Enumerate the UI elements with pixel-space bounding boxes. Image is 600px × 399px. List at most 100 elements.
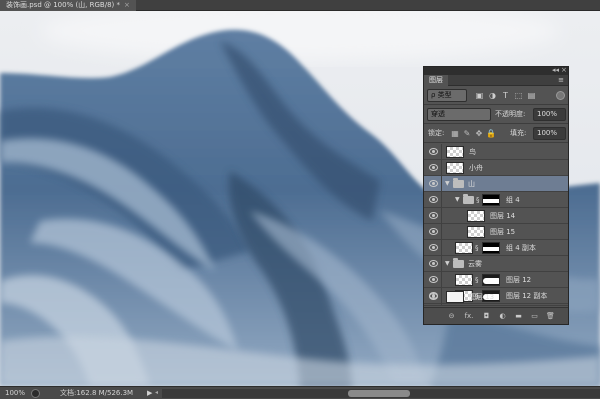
panel-tab-bar: 图层 ≡ xyxy=(424,75,568,86)
layer-row[interactable]: ▼ 云雾 xyxy=(424,256,568,272)
link-layers-icon[interactable]: ⊝ xyxy=(446,311,457,322)
layer-name: 组 4 副本 xyxy=(506,244,536,252)
fill-label: 填充: xyxy=(510,129,527,137)
add-mask-icon[interactable]: ◘ xyxy=(481,311,492,322)
layer-name: 图层 14 xyxy=(490,212,516,220)
eye-icon[interactable] xyxy=(429,212,438,219)
image-filter-icon[interactable]: ▣ xyxy=(474,90,485,101)
eye-icon[interactable] xyxy=(429,260,438,267)
divider xyxy=(441,176,442,192)
lock-transparent-icon[interactable]: ▦ xyxy=(450,128,460,139)
divider xyxy=(441,272,442,288)
folder-icon xyxy=(463,194,474,204)
smart-object-filter-icon[interactable]: ▤ xyxy=(526,90,537,101)
mask-link-icon: § xyxy=(475,244,479,252)
eye-icon[interactable] xyxy=(429,228,438,235)
fill-input[interactable]: 100% xyxy=(533,127,566,140)
divider xyxy=(441,208,442,224)
eye-icon[interactable] xyxy=(429,293,438,300)
delete-layer-icon[interactable]: 🗑 xyxy=(545,311,556,322)
shape-filter-icon[interactable]: ⬚ xyxy=(513,90,524,101)
eye-icon[interactable] xyxy=(429,244,438,251)
layer-row[interactable]: 小舟 xyxy=(424,160,568,176)
divider xyxy=(441,256,442,272)
layer-mask-thumbnail[interactable] xyxy=(482,274,500,286)
opacity-input[interactable]: 100% xyxy=(533,108,566,121)
layer-row[interactable]: 图层 13 xyxy=(424,289,568,306)
layer-row-selected[interactable]: ▼ 山 xyxy=(424,176,568,192)
close-icon[interactable]: × xyxy=(124,1,130,9)
blend-row: 穿透 不透明度: 100% xyxy=(424,105,568,124)
divider xyxy=(441,240,442,256)
expand-triangle-icon[interactable]: ▼ xyxy=(445,176,450,192)
filter-kind-select[interactable]: ρ 类型 xyxy=(427,89,467,102)
layer-mask-thumbnail[interactable] xyxy=(482,242,500,254)
opacity-label: 不透明度: xyxy=(495,110,526,118)
adjustment-layer-icon[interactable]: ◐ xyxy=(497,311,508,322)
layer-thumbnail xyxy=(455,242,473,254)
expand-triangle-icon[interactable]: ▼ xyxy=(445,256,450,272)
scroll-left-icon[interactable]: ◂ xyxy=(155,387,158,399)
eye-icon[interactable] xyxy=(429,276,438,283)
eye-icon[interactable] xyxy=(429,196,438,203)
panel-footer: ⊝ fx. ◘ ◐ ▬ ▭ 🗑 xyxy=(424,307,568,324)
status-bar: 100% 文档:162.8 M/526.3M ▶ ◂ xyxy=(0,386,600,399)
layer-thumbnail xyxy=(467,226,485,238)
layer-thumbnail xyxy=(455,274,473,286)
new-layer-icon[interactable]: ▭ xyxy=(529,311,540,322)
folder-icon xyxy=(453,178,464,188)
document-tab-title: 装饰画.psd @ 100% (山, RGB/8) * xyxy=(6,1,120,9)
document-tab[interactable]: 装饰画.psd @ 100% (山, RGB/8) * × xyxy=(0,0,136,11)
layers-list: 鸟 小舟 ▼ 山 ▼ § 组 4 图层 14 图层 15 § 组 4 副本 ▼ … xyxy=(424,144,568,307)
status-menu-arrow-icon[interactable]: ▶ xyxy=(147,387,152,399)
lock-label: 锁定: xyxy=(428,129,445,137)
layer-mask-thumbnail[interactable] xyxy=(482,194,500,206)
lock-all-icon[interactable]: 🔒 xyxy=(486,128,496,139)
mask-link-icon: § xyxy=(475,276,479,284)
adjustment-filter-icon[interactable]: ◑ xyxy=(487,90,498,101)
new-group-icon[interactable]: ▬ xyxy=(513,311,524,322)
layer-name: 组 4 xyxy=(506,196,520,204)
layer-row[interactable]: 鸟 xyxy=(424,144,568,160)
zoom-level[interactable]: 100% xyxy=(5,387,25,399)
layer-row[interactable]: 图层 15 xyxy=(424,224,568,240)
folder-icon xyxy=(453,258,464,268)
layer-row[interactable]: § 组 4 副本 xyxy=(424,240,568,256)
lock-row: 锁定: ▦ ✎ ✥ 🔒 填充: 100% xyxy=(424,124,568,143)
layer-name: 鸟 xyxy=(469,148,476,156)
layer-name: 山 xyxy=(468,180,475,188)
layer-row[interactable]: 图层 14 xyxy=(424,208,568,224)
document-tab-bar: 装饰画.psd @ 100% (山, RGB/8) * × xyxy=(0,0,600,11)
divider xyxy=(441,144,442,160)
tab-layers[interactable]: 图层 xyxy=(424,75,448,86)
collapse-panel-icon[interactable]: ◂◂ xyxy=(552,66,559,74)
status-info-icon[interactable] xyxy=(31,389,40,398)
horizontal-scrollbar[interactable] xyxy=(162,389,600,398)
eye-icon[interactable] xyxy=(429,148,438,155)
scrollbar-thumb[interactable] xyxy=(348,390,410,397)
document-size: 文档:162.8 M/526.3M xyxy=(60,389,134,397)
divider xyxy=(441,160,442,176)
layer-name: 云雾 xyxy=(468,260,482,268)
expand-triangle-icon[interactable]: ▼ xyxy=(455,192,460,208)
divider xyxy=(441,289,442,305)
layer-thumbnail xyxy=(446,146,464,158)
lock-position-icon[interactable]: ✥ xyxy=(474,128,484,139)
layer-name: 图层 15 xyxy=(490,228,516,236)
panel-menu-icon[interactable]: ≡ xyxy=(558,76,564,84)
filter-toggle[interactable] xyxy=(556,91,565,100)
layer-thumbnail xyxy=(446,162,464,174)
layer-row[interactable]: § 图层 12 xyxy=(424,272,568,288)
lock-image-icon[interactable]: ✎ xyxy=(462,128,472,139)
layer-name: 图层 12 xyxy=(506,276,532,284)
layer-name: 图层 13 xyxy=(469,293,495,301)
layers-panel: ◂◂ × 图层 ≡ ρ 类型 ▣ ◑ T ⬚ ▤ 穿透 不透明度: 100% 锁… xyxy=(423,66,569,325)
mask-link-icon: § xyxy=(476,196,480,204)
eye-icon[interactable] xyxy=(429,164,438,171)
layer-row[interactable]: ▼ § 组 4 xyxy=(424,192,568,208)
close-panel-icon[interactable]: × xyxy=(561,66,567,74)
blend-mode-select[interactable]: 穿透 xyxy=(427,108,491,121)
text-filter-icon[interactable]: T xyxy=(500,90,511,101)
eye-icon[interactable] xyxy=(429,180,438,187)
fx-icon[interactable]: fx. xyxy=(462,311,476,322)
